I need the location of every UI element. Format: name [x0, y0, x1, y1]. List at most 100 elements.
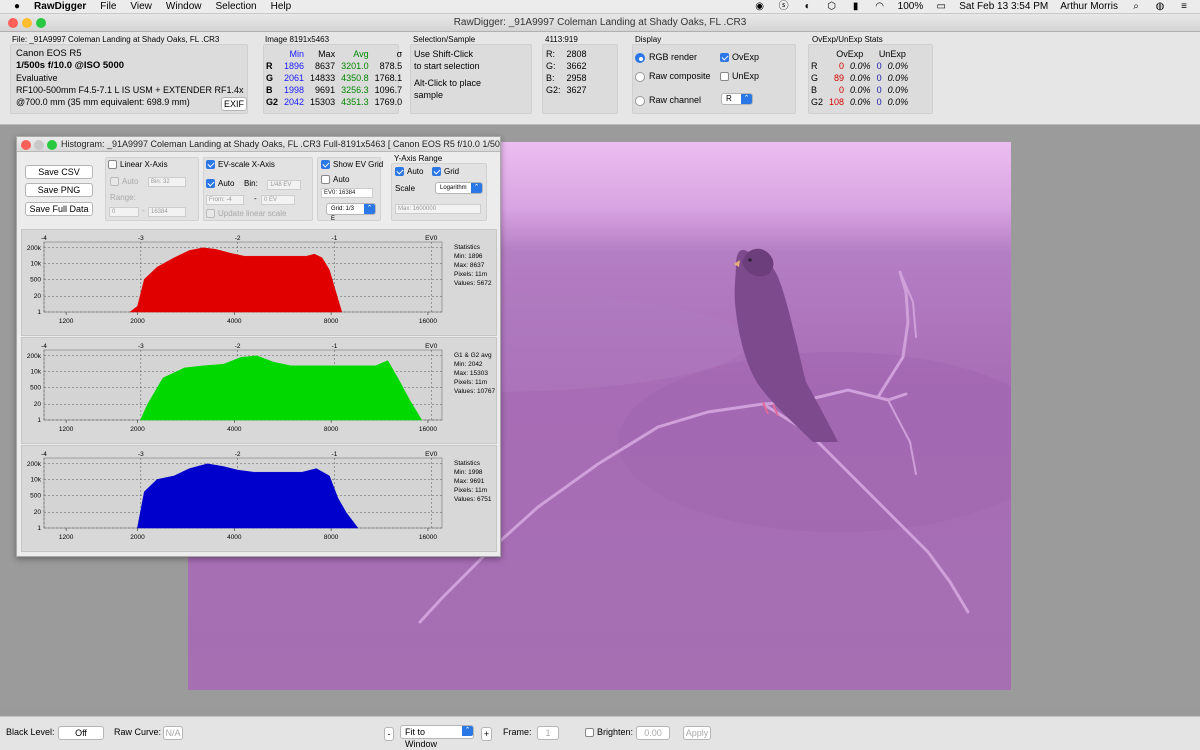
checkbox-checked-icon: [720, 53, 729, 63]
checkbox-icon: [108, 160, 117, 170]
scale-select[interactable]: Logarithm: [435, 182, 483, 194]
stat-line: Pixels: 11m: [454, 379, 488, 386]
histogram-minimize-button[interactable]: [34, 140, 44, 150]
zoom-window-button[interactable]: [36, 18, 46, 28]
raw-curve-button[interactable]: N/A: [163, 726, 183, 740]
ev-scale-checkbox[interactable]: EV-scale X-Axis: [206, 160, 275, 170]
menu-app-name[interactable]: RawDigger: [34, 0, 86, 14]
status-icon-1[interactable]: ◉: [754, 0, 766, 14]
y-grid-checkbox[interactable]: Grid: [432, 167, 459, 177]
black-level-button[interactable]: Off: [58, 726, 104, 740]
status-icon-5[interactable]: ▮: [850, 0, 862, 14]
ev-grid-auto-checkbox[interactable]: Auto: [321, 175, 349, 185]
menu-file[interactable]: File: [100, 0, 116, 14]
range-to-field[interactable]: 16384: [148, 207, 186, 217]
stat-line: Statistics: [454, 244, 481, 251]
menu-selection[interactable]: Selection: [215, 0, 256, 14]
bin-field[interactable]: Bin: 32: [148, 177, 186, 187]
x-tick-label: 2000: [130, 426, 145, 433]
ev-tick-label: -1: [332, 343, 338, 350]
zoom-in-button[interactable]: +: [481, 727, 492, 741]
menu-window[interactable]: Window: [166, 0, 202, 14]
raw-composite-radio[interactable]: Raw composite: [635, 70, 711, 82]
menu-view[interactable]: View: [130, 0, 152, 14]
stat-line: Max: 15303: [454, 370, 488, 377]
grid-select[interactable]: Grid: 1/3 E: [326, 203, 376, 222]
brighten-checkbox[interactable]: Brighten:: [585, 727, 633, 738]
histogram-zoom-button[interactable]: [47, 140, 57, 150]
selection-hint-2: to start selection: [414, 61, 480, 71]
save-csv-button[interactable]: Save CSV: [25, 165, 93, 179]
wifi-icon[interactable]: ◠: [874, 0, 886, 14]
ev-tick-label: EV0: [425, 451, 438, 458]
save-png-button[interactable]: Save PNG: [25, 183, 93, 197]
linear-auto-checkbox[interactable]: Auto: [110, 177, 138, 187]
sample-panel: R: 2808 G: 3662 B: 2958 G2: 3627: [542, 44, 618, 114]
show-ev-grid-checkbox[interactable]: Show EV Grid: [321, 160, 383, 170]
table-row: R 1896 8637 3201.0 878.5: [266, 61, 403, 71]
x-tick-label: 16000: [419, 534, 437, 541]
y-max-field[interactable]: Max: 1600000: [395, 204, 481, 214]
ovexp-stats-label: OvExp/UnExp Stats: [812, 35, 883, 44]
zoom-out-button[interactable]: -: [384, 727, 394, 741]
status-icon-2[interactable]: ⓢ: [778, 0, 790, 14]
close-window-button[interactable]: [8, 18, 18, 28]
battery-percent[interactable]: 100%: [898, 0, 924, 14]
y-axis-group: Auto Grid Scale Logarithm Max: 1600000: [391, 163, 487, 221]
ev-to-field[interactable]: 0 EV: [261, 195, 295, 205]
y-tick-label: 10k: [31, 477, 42, 484]
histogram-chart-red[interactable]: -4 -3 -2 -1 EV0 200k 10k 500 20 1 1200 2000 4000 8000…: [21, 229, 497, 336]
menu-help[interactable]: Help: [271, 0, 292, 14]
zoom-select[interactable]: Fit to Window: [400, 725, 474, 749]
y-tick-label: 1: [37, 309, 41, 316]
raw-channel-radio[interactable]: Raw channel: [635, 94, 701, 106]
histogram-close-button[interactable]: [21, 140, 31, 150]
histogram-window[interactable]: Histogram: _91A9997 Coleman Landing at S…: [16, 136, 501, 557]
histogram-chart-blue[interactable]: -4 -3 -2 -1 EV0 200k 10k 500 20 1 1200 2000 4000 8000…: [21, 445, 497, 552]
checkbox-icon: [720, 72, 729, 82]
table-row: G2 108 0.0% 0 0.0%: [811, 97, 909, 107]
brighten-field[interactable]: 0.00: [636, 726, 670, 740]
menu-list-icon[interactable]: ≡: [1178, 0, 1190, 14]
status-icon-4[interactable]: ⬡: [826, 0, 838, 14]
range-from-field[interactable]: 0: [109, 207, 139, 217]
y-tick-label: 200k: [27, 353, 42, 360]
frame-stepper[interactable]: 1: [537, 726, 559, 740]
ev-auto-checkbox[interactable]: Auto: [206, 179, 234, 189]
selection-label: Selection/Sample: [413, 35, 476, 44]
search-icon[interactable]: ⌕: [1130, 0, 1142, 14]
user-name[interactable]: Arthur Morris: [1060, 0, 1118, 14]
focal-length: @700.0 mm (35 mm equivalent: 698.9 mm): [16, 97, 190, 107]
status-icon-3[interactable]: ◐: [802, 0, 814, 14]
stat-line: Values: 6751: [454, 496, 492, 503]
table-row: R 0 0.0% 0 0.0%: [811, 61, 909, 71]
unexp-checkbox[interactable]: UnExp: [720, 70, 759, 82]
datetime[interactable]: Sat Feb 13 3:54 PM: [959, 0, 1048, 14]
minimize-window-button[interactable]: [22, 18, 32, 28]
control-center-icon[interactable]: ◍: [1154, 0, 1166, 14]
histogram-chart-green[interactable]: -4 -3 -2 -1 EV0 200k 10k 500 20 1 1200 2000 4000 8000…: [21, 337, 497, 444]
ev-from-field[interactable]: From: -4: [206, 195, 244, 205]
channel-select[interactable]: R: [721, 93, 753, 105]
ev-tick-label: -1: [332, 451, 338, 458]
x-tick-label: 1200: [59, 534, 74, 541]
rgb-render-radio[interactable]: RGB render: [635, 51, 697, 63]
y-tick-label: 500: [30, 492, 41, 499]
ovexp-checkbox[interactable]: OvExp: [720, 51, 759, 63]
linear-x-group: Linear X-Axis Auto Bin: 32 Range: 0 - 16…: [105, 157, 199, 221]
file-info-panel: Canon EOS R5 1/500s f/10.0 @ISO 5000 Eva…: [10, 44, 248, 114]
update-linear-checkbox[interactable]: Update linear scale: [206, 209, 286, 219]
y-auto-checkbox[interactable]: Auto: [395, 167, 423, 177]
apple-icon[interactable]: ●: [14, 0, 20, 14]
header-min: Min: [289, 49, 305, 59]
ev-bin-field[interactable]: 1/48 EV: [267, 180, 301, 190]
selection-hint-3: Alt-Click to place: [414, 78, 482, 88]
y-tick-label: 20: [34, 293, 42, 300]
battery-icon[interactable]: ▭: [935, 0, 947, 14]
ev0-field[interactable]: EV0: 16384: [321, 188, 373, 198]
header-avg: Avg: [353, 49, 369, 59]
exif-button[interactable]: EXIF: [221, 97, 247, 111]
linear-x-checkbox[interactable]: Linear X-Axis: [108, 160, 168, 170]
save-full-data-button[interactable]: Save Full Data: [25, 202, 93, 216]
apply-button[interactable]: Apply: [683, 726, 711, 740]
